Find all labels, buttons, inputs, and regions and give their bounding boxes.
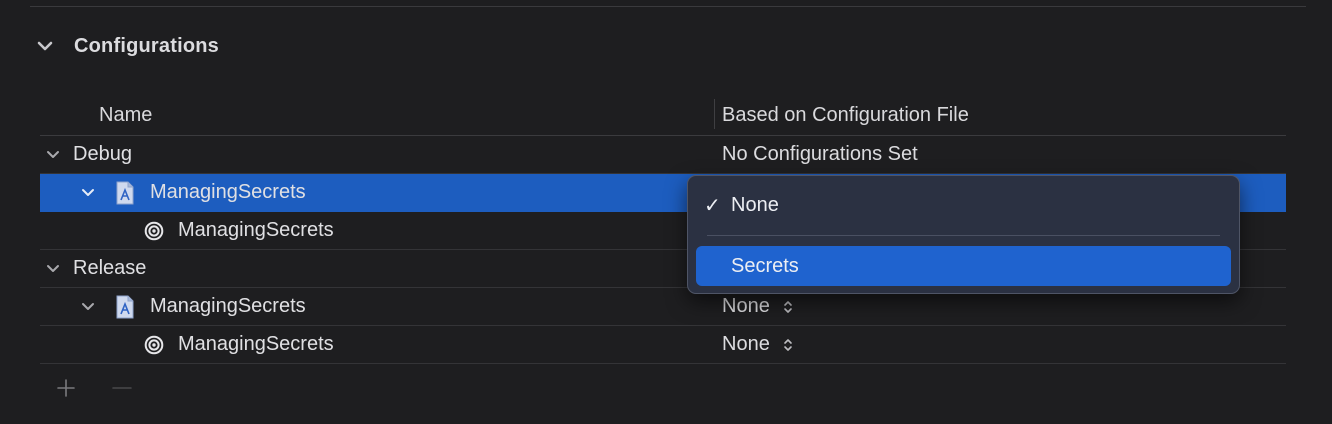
config-file-dropdown-menu: ✓ None Secrets bbox=[687, 175, 1240, 294]
row-value: No Configurations Set bbox=[722, 143, 918, 165]
chevron-down-icon[interactable] bbox=[80, 299, 96, 315]
config-file-popup-button[interactable]: None bbox=[722, 326, 794, 363]
section-title: Configurations bbox=[74, 34, 220, 57]
project-file-icon bbox=[114, 181, 136, 205]
row-name-cell: Debug bbox=[45, 136, 132, 173]
target-icon bbox=[144, 221, 164, 241]
row-name-cell: ManagingSecrets bbox=[80, 288, 306, 325]
table-header: Name Based on Configuration File bbox=[40, 95, 1286, 136]
row-label: Debug bbox=[73, 143, 132, 165]
project-file-icon bbox=[114, 295, 136, 319]
row-label: ManagingSecrets bbox=[150, 295, 306, 317]
row-label: ManagingSecrets bbox=[150, 181, 306, 203]
menu-item-none[interactable]: ✓ None bbox=[696, 185, 1231, 225]
row-label: Release bbox=[73, 257, 147, 279]
popup-button-value: None bbox=[722, 295, 770, 317]
row-name-cell: ManagingSecrets bbox=[144, 326, 334, 363]
target-icon bbox=[144, 335, 164, 355]
row-label: ManagingSecrets bbox=[178, 333, 334, 355]
up-down-stepper-icon bbox=[782, 299, 794, 315]
up-down-stepper-icon bbox=[782, 337, 794, 353]
column-header-based-on[interactable]: Based on Configuration File bbox=[722, 95, 969, 135]
minus-icon[interactable] bbox=[110, 376, 134, 400]
chevron-down-icon[interactable] bbox=[80, 185, 96, 201]
row-name-cell: Release bbox=[45, 250, 146, 287]
table-row-debug[interactable]: Debug No Configurations Set bbox=[40, 136, 1286, 174]
menu-item-secrets[interactable]: Secrets bbox=[696, 246, 1231, 286]
checkmark-icon: ✓ bbox=[704, 194, 721, 217]
chevron-down-icon[interactable] bbox=[45, 147, 61, 163]
table-row-target-release[interactable]: ManagingSecrets None bbox=[40, 326, 1286, 364]
chevron-down-icon[interactable] bbox=[45, 261, 61, 277]
top-divider bbox=[30, 6, 1306, 7]
plus-icon[interactable] bbox=[54, 376, 78, 400]
row-name-cell: ManagingSecrets bbox=[80, 174, 306, 211]
configurations-section-header[interactable]: Configurations bbox=[36, 30, 219, 62]
bottom-toolbar bbox=[54, 376, 166, 400]
popup-button-value: None bbox=[722, 333, 770, 355]
menu-item-label: Secrets bbox=[731, 254, 799, 277]
menu-item-label: None bbox=[731, 193, 779, 216]
menu-separator bbox=[707, 235, 1220, 236]
row-name-cell: ManagingSecrets bbox=[144, 212, 334, 249]
row-label: ManagingSecrets bbox=[178, 219, 334, 241]
chevron-down-icon[interactable] bbox=[36, 37, 54, 55]
column-separator[interactable] bbox=[714, 99, 715, 129]
column-header-name[interactable]: Name bbox=[99, 95, 152, 135]
